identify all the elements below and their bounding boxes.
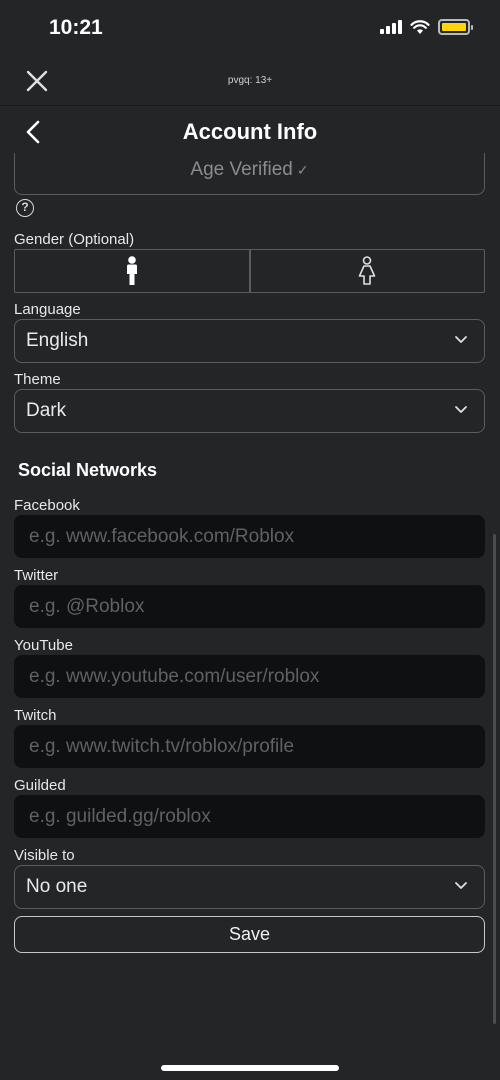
status-bar: 10:21 bbox=[0, 0, 500, 56]
theme-dropdown[interactable]: Dark bbox=[14, 389, 485, 433]
scrollbar[interactable] bbox=[493, 534, 496, 1024]
gender-male-button[interactable] bbox=[15, 250, 249, 292]
page-header: Account Info bbox=[0, 107, 500, 157]
age-verified-label: Age Verified bbox=[190, 159, 293, 180]
top-bar: pvgq: 13+ bbox=[0, 56, 500, 106]
visible-to-value: No one bbox=[26, 876, 88, 897]
social-networks-heading: Social Networks bbox=[18, 460, 158, 480]
youtube-input[interactable] bbox=[14, 655, 485, 698]
wifi-icon bbox=[410, 19, 430, 34]
guilded-label: Guilded bbox=[14, 777, 66, 794]
age-rating-label: pvgq: 13+ bbox=[227, 75, 273, 86]
checkmark-icon: ✓ bbox=[296, 162, 309, 178]
facebook-input[interactable] bbox=[14, 515, 485, 558]
battery-icon bbox=[438, 19, 473, 35]
language-label: Language bbox=[14, 301, 81, 318]
theme-label: Theme bbox=[14, 371, 61, 388]
twitter-label: Twitter bbox=[14, 567, 59, 584]
gender-label: Gender (Optional) bbox=[14, 231, 135, 248]
twitch-label: Twitch bbox=[14, 707, 57, 724]
gender-selector bbox=[14, 249, 485, 293]
youtube-label: YouTube bbox=[14, 637, 73, 654]
gender-female-button[interactable] bbox=[248, 250, 485, 292]
language-dropdown[interactable]: English bbox=[14, 319, 485, 363]
age-verified-button[interactable]: Age Verified ✓ bbox=[14, 153, 485, 195]
visible-to-dropdown[interactable]: No one bbox=[14, 865, 485, 909]
guilded-input[interactable] bbox=[14, 795, 485, 838]
male-icon bbox=[126, 256, 137, 285]
facebook-label: Facebook bbox=[14, 497, 80, 514]
chevron-down-icon bbox=[455, 406, 467, 413]
twitch-input[interactable] bbox=[14, 725, 485, 768]
cellular-signal-icon bbox=[380, 20, 402, 34]
status-icons bbox=[380, 19, 473, 35]
help-icon[interactable]: ? bbox=[16, 199, 34, 217]
chevron-down-icon bbox=[455, 882, 467, 889]
home-indicator[interactable] bbox=[161, 1065, 339, 1071]
language-value: English bbox=[26, 330, 89, 351]
save-button[interactable]: Save bbox=[14, 916, 485, 953]
status-time: 10:21 bbox=[49, 16, 103, 39]
theme-value: Dark bbox=[26, 400, 67, 421]
chevron-down-icon bbox=[455, 336, 467, 343]
twitter-input[interactable] bbox=[14, 585, 485, 628]
visible-to-label: Visible to bbox=[14, 847, 75, 864]
female-icon bbox=[358, 256, 376, 285]
page-title: Account Info bbox=[182, 119, 318, 144]
